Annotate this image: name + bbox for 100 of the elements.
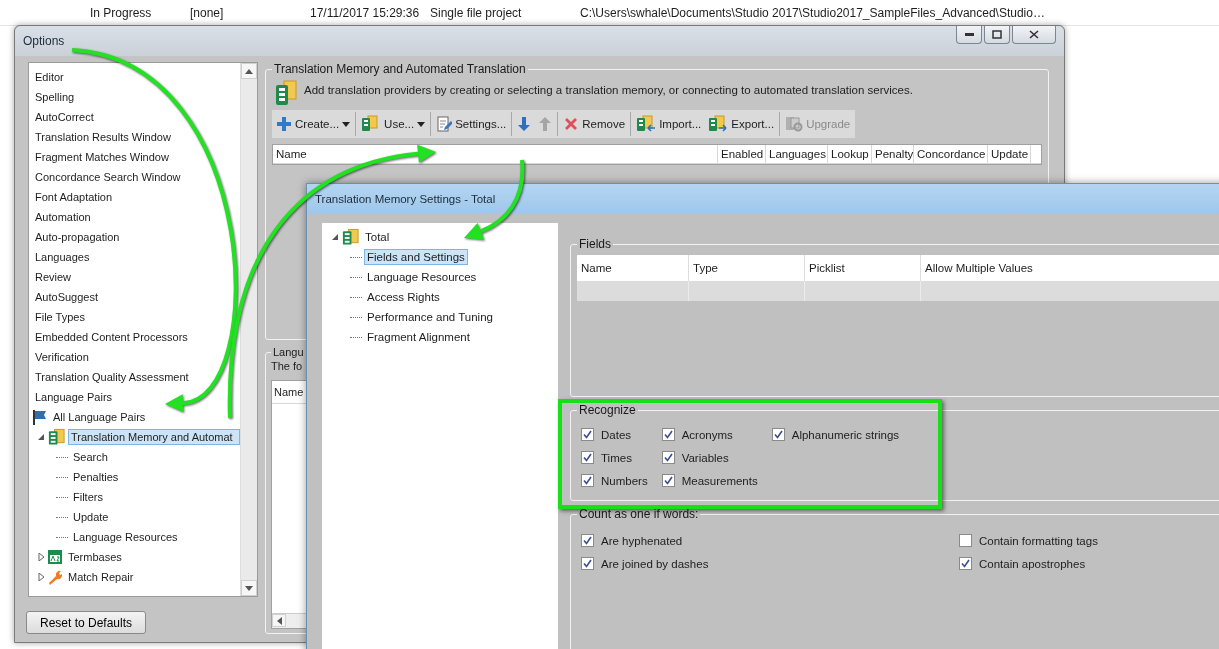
- minimize-button[interactable]: [956, 26, 982, 44]
- checkbox-label[interactable]: Measurements: [681, 474, 758, 487]
- use-button[interactable]: Use...: [358, 112, 432, 136]
- import-button[interactable]: Import...: [633, 112, 706, 136]
- caret-icon: [342, 121, 351, 127]
- checkbox-label[interactable]: Variables: [681, 451, 729, 464]
- maximize-icon: [992, 30, 1002, 39]
- remove-button[interactable]: Remove: [560, 112, 632, 136]
- checkbox[interactable]: [581, 474, 594, 487]
- table-cell-text: 17/11/2017 15:29:36: [310, 5, 421, 20]
- tree-item[interactable]: Termbases: [65, 549, 125, 565]
- scroll-down-icon[interactable]: [245, 585, 253, 591]
- checkbox-label[interactable]: Times: [601, 451, 632, 464]
- create-button[interactable]: Create...: [273, 112, 357, 136]
- tree-item[interactable]: Translation Results Window: [32, 129, 174, 145]
- expand-arrow-icon[interactable]: [330, 233, 339, 241]
- caret-icon: [417, 121, 426, 127]
- group-title: Translation Memory and Automated Translation: [273, 62, 527, 76]
- checkbox[interactable]: [581, 557, 594, 570]
- tree-item[interactable]: AutoCorrect: [32, 109, 97, 125]
- checkbox-label[interactable]: Acronyms: [681, 428, 733, 441]
- minimize-icon: [964, 33, 974, 36]
- reset-to-defaults-button[interactable]: Reset to Defaults: [26, 611, 146, 634]
- tree-item[interactable]: Fragment Alignment: [364, 329, 473, 345]
- checkbox[interactable]: [581, 534, 594, 547]
- description-text: Add translation providers by creating or selecting a translation memory, or connecting to automated translation services.: [304, 84, 913, 96]
- checkbox[interactable]: [581, 451, 594, 464]
- tree-item[interactable]: Translation Memory and Automat: [68, 429, 240, 445]
- expand-arrow-icon[interactable]: [36, 573, 45, 581]
- window-title: Options: [23, 34, 65, 48]
- scroll-left-icon[interactable]: [276, 616, 282, 625]
- translation-memory-icon: [274, 80, 298, 106]
- checkbox[interactable]: [661, 474, 675, 487]
- tree-item[interactable]: Concordance Search Window: [32, 169, 184, 185]
- tree-item[interactable]: Update: [70, 509, 112, 525]
- group-title: Recognize: [578, 403, 637, 417]
- tree-item[interactable]: Fields and Settings: [364, 249, 468, 265]
- tree-item[interactable]: Translation Quality Assessment: [32, 369, 192, 385]
- group-title: Fields: [578, 237, 612, 251]
- description-text: The fo: [271, 359, 304, 374]
- tree-item[interactable]: File Types: [32, 309, 88, 325]
- tree-item[interactable]: Fragment Matches Window: [32, 149, 172, 165]
- tree-item[interactable]: Match Repair: [65, 569, 137, 585]
- tree-item[interactable]: Spelling: [32, 89, 78, 105]
- tree-item[interactable]: Access Rights: [364, 289, 443, 305]
- import-icon: [636, 115, 657, 133]
- checkbox[interactable]: [959, 557, 972, 570]
- close-icon: [1029, 30, 1039, 39]
- checkbox[interactable]: [771, 428, 785, 441]
- column-header[interactable]: Languages: [766, 145, 828, 163]
- scroll-up-icon[interactable]: [245, 68, 253, 74]
- close-button[interactable]: [1012, 26, 1056, 44]
- tree-item[interactable]: Editor: [32, 69, 67, 85]
- checkbox-label[interactable]: Dates: [601, 428, 632, 441]
- tree-item[interactable]: All Language Pairs: [50, 409, 149, 425]
- plus-icon: [276, 116, 292, 132]
- column-header[interactable]: Update: [988, 145, 1031, 163]
- checkbox[interactable]: [661, 428, 675, 441]
- export-icon: [708, 115, 729, 133]
- tree-item[interactable]: Performance and Tuning: [364, 309, 496, 325]
- table-cell-text: [none]: [190, 5, 225, 20]
- column-header[interactable]: Concordance: [914, 145, 988, 163]
- tree-item[interactable]: Embedded Content Processors: [32, 329, 191, 345]
- tree-item[interactable]: Language Resources: [70, 529, 181, 545]
- group-title: Count as one if words:: [578, 507, 700, 521]
- down-arrow-icon: [517, 116, 532, 132]
- export-button[interactable]: Export...: [705, 112, 781, 136]
- checkbox-label[interactable]: Are hyphenated: [601, 534, 683, 547]
- upgrade-icon: [785, 116, 804, 132]
- tree-item[interactable]: Language Pairs: [32, 389, 116, 405]
- scrollbar[interactable]: [240, 63, 257, 596]
- tree-item[interactable]: Languages: [32, 249, 93, 265]
- tree-item[interactable]: Search: [70, 449, 111, 465]
- tree-item[interactable]: Language Resources: [364, 269, 480, 285]
- column-header[interactable]: Enabled: [718, 145, 766, 163]
- checkbox-label[interactable]: Contain formatting tags: [979, 534, 1098, 547]
- tree-item[interactable]: Verification: [32, 349, 92, 365]
- tree-item[interactable]: Font Adaptation: [32, 189, 116, 205]
- tree-item[interactable]: Penalties: [70, 469, 122, 485]
- translation-memory-icon: [341, 228, 360, 246]
- tree-item[interactable]: Filters: [70, 489, 106, 505]
- checkbox[interactable]: [959, 534, 972, 547]
- column-header[interactable]: Lookup: [828, 145, 872, 163]
- table-cell-text: Single file project: [430, 5, 523, 20]
- checkbox-label[interactable]: Numbers: [601, 474, 648, 487]
- tree-item[interactable]: Review: [32, 269, 75, 285]
- checkbox[interactable]: [661, 451, 675, 464]
- tree-item[interactable]: Auto-propagation: [32, 229, 123, 245]
- checkbox-label[interactable]: Alphanumeric strings: [791, 428, 900, 441]
- maximize-button[interactable]: [984, 26, 1010, 44]
- checkbox-label[interactable]: Are joined by dashes: [601, 557, 709, 570]
- expand-arrow-icon[interactable]: [36, 553, 45, 561]
- checkbox-label[interactable]: Contain apostrophes: [979, 557, 1086, 570]
- expand-arrow-icon[interactable]: [36, 433, 45, 441]
- settings-button[interactable]: Settings...: [433, 112, 513, 136]
- tree-item[interactable]: AutoSuggest: [32, 289, 101, 305]
- checkbox[interactable]: [581, 428, 594, 441]
- tree-item[interactable]: Total: [362, 229, 393, 245]
- tree-item[interactable]: Automation: [32, 209, 94, 225]
- column-header[interactable]: Penalty: [872, 145, 914, 163]
